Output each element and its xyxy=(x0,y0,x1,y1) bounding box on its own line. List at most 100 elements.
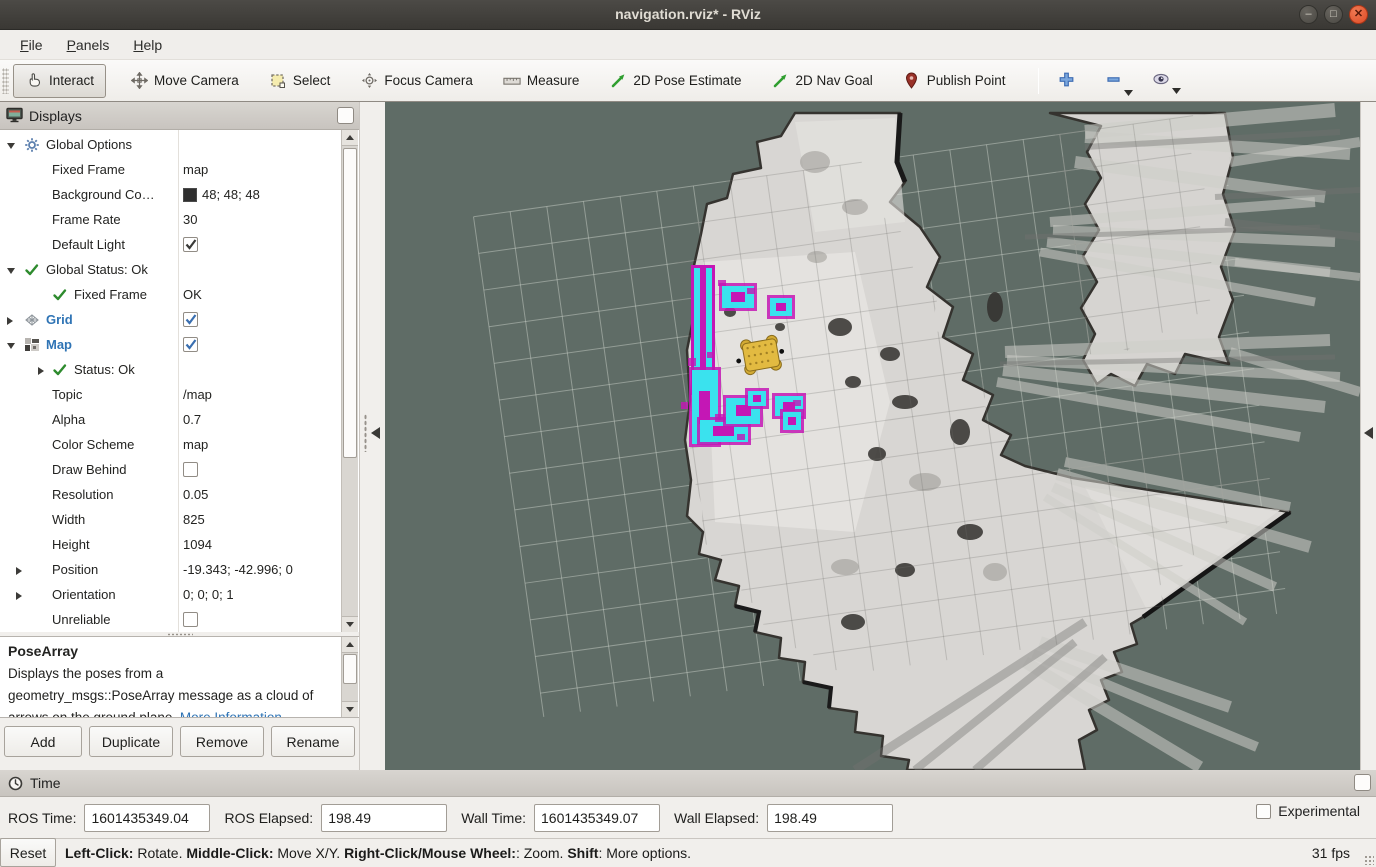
property-value[interactable] xyxy=(183,337,198,352)
expand-arrow-icon[interactable] xyxy=(7,268,15,274)
property-value[interactable]: 0.7 xyxy=(183,412,201,427)
menu-item-help[interactable]: Help xyxy=(123,34,172,56)
menu-item-panels[interactable]: Panels xyxy=(57,34,120,56)
ros-elapsed-input[interactable] xyxy=(321,804,447,832)
ros-time-input[interactable] xyxy=(84,804,210,832)
dropdown-caret-icon[interactable] xyxy=(1124,84,1133,99)
scrollbar-thumb[interactable] xyxy=(343,148,357,458)
splitter-grip[interactable] xyxy=(364,414,367,452)
checkbox[interactable] xyxy=(183,237,198,252)
displays-panel-header[interactable]: Displays xyxy=(0,102,359,130)
property-value[interactable]: 48; 48; 48 xyxy=(183,187,260,202)
property-value[interactable]: /map xyxy=(183,387,212,402)
expand-arrow-icon[interactable] xyxy=(16,592,22,600)
expand-arrow-icon[interactable] xyxy=(7,317,13,325)
property-value[interactable]: 0.05 xyxy=(183,487,208,502)
splitter-collapse-arrow-icon[interactable] xyxy=(371,427,380,439)
expand-arrow-icon[interactable] xyxy=(38,367,44,375)
rename-button[interactable]: Rename xyxy=(271,726,355,757)
scroll-down-button[interactable] xyxy=(342,616,358,632)
property-value[interactable]: -19.343; -42.996; 0 xyxy=(183,562,293,577)
expand-arrow-icon[interactable] xyxy=(7,343,15,349)
help-scroll-down-button[interactable] xyxy=(342,701,358,717)
reset-button[interactable]: Reset xyxy=(0,838,56,867)
minimize-button[interactable]: – xyxy=(1299,5,1318,24)
checkbox[interactable] xyxy=(183,612,198,627)
tree-row-fixed-frame[interactable]: Fixed Framemap xyxy=(0,158,339,183)
tool-button-2d-pose-estimate[interactable]: 2D Pose Estimate xyxy=(601,66,749,96)
tree-row-status-ok[interactable]: Status: Ok xyxy=(0,358,339,383)
tree-scrollbar[interactable] xyxy=(341,130,358,632)
tree-row-orientation[interactable]: Orientation0; 0; 0; 1 xyxy=(0,583,339,608)
tree-row-grid[interactable]: Grid xyxy=(0,308,339,333)
add-tool-button[interactable] xyxy=(1049,69,1084,93)
tool-properties-button[interactable] xyxy=(1143,70,1179,91)
wall-elapsed-input[interactable] xyxy=(767,804,893,832)
expand-arrow-icon[interactable] xyxy=(16,567,22,575)
resize-grip[interactable] xyxy=(1364,855,1374,865)
property-value[interactable] xyxy=(183,462,198,477)
dropdown-caret-icon[interactable] xyxy=(1172,82,1181,97)
expand-arrow-icon[interactable] xyxy=(7,143,15,149)
checkbox[interactable] xyxy=(183,312,198,327)
time-panel-float-button[interactable] xyxy=(1354,774,1371,791)
wall-time-input[interactable] xyxy=(534,804,660,832)
tool-button-measure[interactable]: Measure xyxy=(495,66,588,96)
tool-button-interact[interactable]: Interact xyxy=(13,64,106,98)
experimental-checkbox[interactable] xyxy=(1256,804,1271,819)
help-scroll-up-button[interactable] xyxy=(342,637,358,653)
tree-row-global-status-ok[interactable]: Global Status: Ok xyxy=(0,258,339,283)
tool-button-2d-nav-goal[interactable]: 2D Nav Goal xyxy=(763,66,880,96)
viewport-3d[interactable] xyxy=(385,102,1360,770)
tree-row-fixed-frame[interactable]: Fixed FrameOK xyxy=(0,283,339,308)
maximize-button[interactable]: □ xyxy=(1324,5,1343,24)
tree-row-default-light[interactable]: Default Light xyxy=(0,233,339,258)
tree-row-unreliable[interactable]: Unreliable xyxy=(0,608,339,632)
tree-row-resolution[interactable]: Resolution0.05 xyxy=(0,483,339,508)
property-value[interactable]: 825 xyxy=(183,512,205,527)
property-value[interactable]: 30 xyxy=(183,212,197,227)
property-value[interactable] xyxy=(183,237,198,252)
property-value[interactable]: 1094 xyxy=(183,537,212,552)
property-value[interactable]: 0; 0; 0; 1 xyxy=(183,587,234,602)
tree-row-width[interactable]: Width825 xyxy=(0,508,339,533)
tree-row-position[interactable]: Position-19.343; -42.996; 0 xyxy=(0,558,339,583)
panel-splitter-right[interactable] xyxy=(1360,102,1376,770)
toolbar-drag-handle[interactable] xyxy=(2,68,9,94)
property-value[interactable]: OK xyxy=(183,287,202,302)
add-button[interactable]: Add xyxy=(4,726,82,757)
duplicate-button[interactable]: Duplicate xyxy=(89,726,173,757)
close-button[interactable]: ✕ xyxy=(1349,5,1368,24)
tool-button-focus-camera[interactable]: Focus Camera xyxy=(352,66,481,96)
panel-float-button[interactable] xyxy=(337,107,354,124)
remove-tool-button[interactable] xyxy=(1096,69,1131,93)
checkbox[interactable] xyxy=(183,337,198,352)
tree-row-draw-behind[interactable]: Draw Behind xyxy=(0,458,339,483)
tool-button-move-camera[interactable]: Move Camera xyxy=(122,66,247,96)
tree-row-height[interactable]: Height1094 xyxy=(0,533,339,558)
help-link[interactable]: More Information. xyxy=(180,710,286,718)
help-scrollbar[interactable] xyxy=(341,637,358,717)
tree-row-frame-rate[interactable]: Frame Rate30 xyxy=(0,208,339,233)
tree-row-alpha[interactable]: Alpha0.7 xyxy=(0,408,339,433)
color-swatch[interactable] xyxy=(183,188,197,202)
property-value[interactable] xyxy=(183,312,198,327)
remove-button[interactable]: Remove xyxy=(180,726,264,757)
tool-button-select[interactable]: Select xyxy=(261,66,339,96)
tree-row-background-co[interactable]: Background Co…48; 48; 48 xyxy=(0,183,339,208)
time-panel-header[interactable]: Time xyxy=(0,770,1376,797)
checkbox[interactable] xyxy=(183,462,198,477)
tree-row-color-scheme[interactable]: Color Schememap xyxy=(0,433,339,458)
right-collapse-arrow-icon[interactable] xyxy=(1364,427,1373,439)
property-value[interactable] xyxy=(183,612,198,627)
tree-row-global-options[interactable]: Global Options xyxy=(0,133,339,158)
tool-button-publish-point[interactable]: Publish Point xyxy=(895,66,1014,96)
property-value[interactable]: map xyxy=(183,437,208,452)
help-scrollbar-thumb[interactable] xyxy=(343,654,357,684)
property-value[interactable]: map xyxy=(183,162,208,177)
scroll-up-button[interactable] xyxy=(342,130,358,146)
tree-row-map[interactable]: Map xyxy=(0,333,339,358)
tree-row-topic[interactable]: Topic/map xyxy=(0,383,339,408)
menu-item-file[interactable]: File xyxy=(10,34,53,56)
panel-splitter-left[interactable] xyxy=(361,102,385,770)
